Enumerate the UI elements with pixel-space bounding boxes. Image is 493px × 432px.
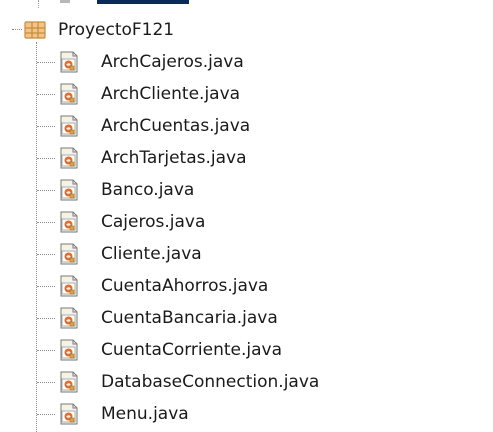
file-name-label: CuentaCorriente.java [101, 340, 283, 360]
java-project-icon [24, 20, 46, 40]
tree-node-file[interactable]: Cajeros.java [0, 206, 493, 238]
tree-guide-line [38, 0, 40, 8]
tree-connector-line [37, 350, 55, 351]
java-source-file-icon [58, 115, 80, 137]
tree-connector-line [37, 254, 55, 255]
tree-node-file[interactable]: ArchCliente.java [0, 78, 493, 110]
previous-item-icon-partial [60, 0, 70, 3]
tree-node-file[interactable]: Cliente.java [0, 238, 493, 270]
tree-node-file[interactable]: CuentaCorriente.java [0, 334, 493, 366]
previous-item-selection-partial[interactable] [97, 0, 189, 4]
file-name-label: Cliente.java [101, 244, 202, 264]
java-source-file-icon [58, 83, 80, 105]
java-source-file-icon [58, 339, 80, 361]
tree-node-file[interactable]: CuentaBancaria.java [0, 302, 493, 334]
file-name-label: ArchCliente.java [101, 84, 241, 104]
file-name-label: Menu.java [101, 404, 189, 424]
tree-connector-line [37, 190, 55, 191]
tree-node-file[interactable]: Menu.java [0, 398, 493, 430]
tree-node-file[interactable]: DatabaseConnection.java [0, 366, 493, 398]
tree-connector-line [37, 414, 55, 415]
java-source-file-icon [58, 211, 80, 233]
tree-connector-line [37, 222, 55, 223]
tree-node-file[interactable]: ArchCajeros.java [0, 46, 493, 78]
tree-connector-line [37, 286, 55, 287]
tree-node-file[interactable]: CuentaAhorros.java [0, 270, 493, 302]
java-source-file-icon [58, 243, 80, 265]
tree-node-file[interactable]: ArchTarjetas.java [0, 142, 493, 174]
tree-connector-line [37, 62, 55, 63]
tree-connector-line [37, 126, 55, 127]
java-source-file-icon [58, 51, 80, 73]
tree-connector-line [37, 318, 55, 319]
project-name-label: ProyectoF121 [58, 20, 175, 40]
file-name-label: ArchTarjetas.java [101, 148, 247, 168]
tree-connector-line [37, 158, 55, 159]
file-name-label: ArchCuentas.java [101, 116, 251, 136]
file-name-label: DatabaseConnection.java [101, 372, 320, 392]
file-name-label: CuentaBancaria.java [101, 308, 278, 328]
java-source-file-icon [58, 179, 80, 201]
tree-node-file[interactable]: ArchCuentas.java [0, 110, 493, 142]
java-source-file-icon [58, 275, 80, 297]
file-name-label: CuentaAhorros.java [101, 276, 269, 296]
tree-connector-line [37, 94, 55, 95]
file-name-label: Banco.java [101, 180, 195, 200]
file-name-label: ArchCajeros.java [101, 52, 244, 72]
tree-node-project[interactable]: ProyectoF121 [0, 14, 493, 46]
tree-node-file[interactable]: Banco.java [0, 174, 493, 206]
tree-connector-line [12, 29, 22, 30]
previous-tree-item-partial [0, 0, 493, 10]
java-source-file-icon [58, 403, 80, 425]
java-source-file-icon [58, 371, 80, 393]
java-source-file-icon [58, 307, 80, 329]
project-tree: ProyectoF121 ArchCajeros.java ArchCliente… [0, 0, 493, 432]
java-source-file-icon [58, 147, 80, 169]
tree-connector-line [37, 382, 55, 383]
file-name-label: Cajeros.java [101, 212, 206, 232]
